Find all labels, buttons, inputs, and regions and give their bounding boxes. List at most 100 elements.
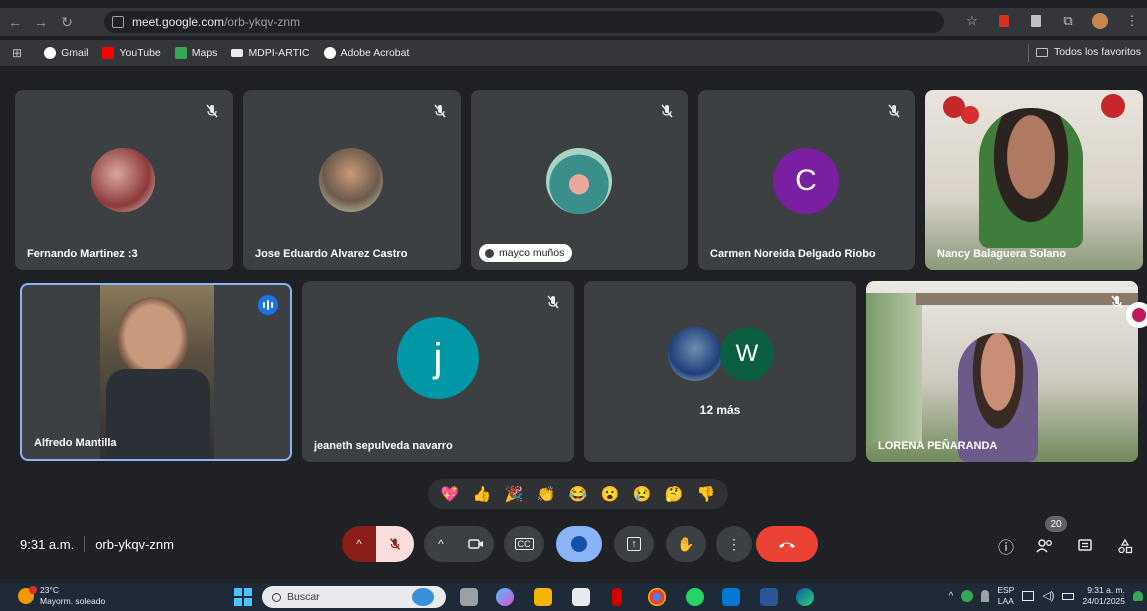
participant-tile[interactable]: Fernando Martinez :3 [15, 90, 233, 270]
language-indicator[interactable]: ESP LAA [997, 585, 1014, 607]
avatar-letter: W [720, 327, 774, 381]
more-participants-tile[interactable]: W 12 más [584, 281, 856, 462]
maps-icon [174, 47, 187, 59]
ceiling-beam [916, 293, 1138, 305]
all-bookmarks-label: Todos los favoritos [1054, 46, 1141, 58]
outlook-icon[interactable] [722, 588, 740, 606]
bookmark-mdpi[interactable]: MDPI-ARTIC [231, 47, 310, 59]
task-view-icon[interactable] [460, 588, 478, 606]
store-icon[interactable] [572, 588, 590, 606]
browser-toolbar: ← → ↻ meet.google.com /orb-ykqv-znm ☆ ⧉ … [0, 8, 1147, 36]
reactions-button[interactable] [556, 526, 602, 562]
extensions-puzzle-icon[interactable]: ⧉ [1059, 12, 1077, 30]
camera-toggle-button[interactable] [458, 526, 494, 562]
mic-options-button[interactable]: ^ [342, 526, 376, 562]
end-call-icon [779, 542, 795, 548]
copilot-icon[interactable] [496, 588, 514, 606]
meeting-time: 9:31 a.m. [20, 536, 75, 552]
reaction-surprised[interactable]: 😮 [601, 485, 620, 503]
more-vert-icon[interactable]: ⋮ [1123, 12, 1141, 30]
network-app-icon[interactable] [961, 590, 974, 602]
participant-tile[interactable]: j jeaneth sepulveda navarro [302, 281, 574, 462]
chrome-icon[interactable] [648, 588, 666, 606]
bookmark-youtube[interactable]: YouTube [102, 47, 161, 59]
mic-toggle-button[interactable] [376, 526, 414, 562]
participant-tile-video[interactable]: LORENA PEÑARANDA [866, 281, 1138, 462]
widgets-app-icon[interactable] [412, 588, 434, 606]
participant-tile[interactable]: Jose Eduardo Alvarez Castro [243, 90, 461, 270]
google-icon [44, 47, 57, 59]
mdpi-icon [231, 49, 244, 57]
apps-grid-icon[interactable]: ⊞ [12, 46, 22, 60]
back-icon[interactable]: ← [4, 11, 26, 33]
windows-start-icon[interactable] [234, 588, 252, 606]
mic-off-icon [1111, 295, 1123, 309]
reaction-heart[interactable]: 💖 [441, 485, 460, 503]
battery-icon[interactable] [1062, 592, 1075, 600]
reaction-clap[interactable]: 👏 [537, 485, 556, 503]
participant-name: Alfredo Mantilla [34, 437, 117, 449]
reload-icon[interactable]: ↻ [56, 11, 78, 33]
weather-sun-icon [18, 586, 37, 604]
bookmark-gmail[interactable]: Gmail [44, 47, 88, 59]
location-icon[interactable] [981, 590, 990, 602]
video-person-body [106, 369, 210, 459]
more-options-button[interactable]: ⋮ [716, 526, 752, 562]
participant-name: Fernando Martinez :3 [27, 248, 138, 260]
display-icon[interactable] [1022, 591, 1035, 601]
people-icon[interactable] [1034, 535, 1056, 557]
bookmark-label: Gmail [61, 47, 89, 59]
reaction-party[interactable]: 🎉 [505, 485, 524, 503]
star-icon[interactable]: ☆ [963, 12, 981, 30]
mic-off-icon [547, 295, 559, 309]
reaction-sad[interactable]: 😢 [633, 485, 652, 503]
netflix-icon[interactable] [612, 588, 622, 606]
all-bookmarks-button[interactable]: Todos los favoritos [1036, 46, 1141, 58]
chevron-up-icon: ^ [438, 537, 444, 551]
captions-icon: CC [514, 538, 534, 550]
raise-hand-button[interactable]: ✋ [666, 526, 706, 562]
chat-icon[interactable] [1074, 535, 1096, 557]
profile-avatar[interactable] [1091, 12, 1109, 30]
extension-icon[interactable] [995, 12, 1013, 30]
people-count-badge: 20 [1045, 516, 1067, 532]
hand-icon: ✋ [677, 535, 695, 552]
name-pill: mayco muños [479, 244, 573, 262]
notification-bell-icon[interactable] [1133, 591, 1143, 601]
reaction-thinking[interactable]: 🤔 [665, 485, 684, 503]
participant-tile-active[interactable]: Alfredo Mantilla [20, 283, 292, 461]
weather-widget[interactable]: 23°C Mayorm. soleado [18, 585, 105, 607]
forward-icon[interactable]: → [30, 11, 52, 33]
address-bar[interactable]: meet.google.com /orb-ykqv-znm [104, 11, 944, 33]
camera-options-button[interactable]: ^ [424, 526, 458, 562]
participant-tile[interactable]: C Carmen Noreida Delgado Riobo [698, 90, 915, 270]
whatsapp-icon[interactable] [686, 588, 704, 606]
extension-icon[interactable] [1027, 12, 1045, 30]
lantern-decoration [961, 106, 979, 124]
side-panel-bubble[interactable] [1126, 302, 1147, 328]
captions-button[interactable]: CC [504, 526, 544, 562]
edge-icon[interactable] [796, 588, 814, 606]
reaction-laugh[interactable]: 😂 [569, 485, 588, 503]
bookmarks-bar: ⊞ Gmail YouTube Maps MDPI-ARTIC Adobe Ac… [0, 40, 1147, 66]
reaction-thumbs-up[interactable]: 👍 [473, 485, 492, 503]
participant-tile-video[interactable]: Nancy Balaguera Solano [925, 90, 1143, 270]
activities-icon[interactable] [1114, 535, 1136, 557]
word-icon[interactable] [760, 588, 778, 606]
reaction-thumbs-down[interactable]: 👎 [697, 485, 716, 503]
site-info-icon[interactable] [112, 16, 124, 28]
tray-overflow-icon[interactable]: ^ [949, 591, 954, 602]
bookmark-acrobat[interactable]: Adobe Acrobat [323, 47, 409, 59]
present-button[interactable]: ↑ [614, 526, 654, 562]
url-path: /orb-ykqv-znm [224, 15, 301, 29]
acrobat-icon [323, 47, 336, 59]
avatar-letter: j [397, 317, 479, 399]
participant-status-icon [485, 248, 494, 258]
bookmark-maps[interactable]: Maps [174, 47, 217, 59]
file-explorer-icon[interactable] [534, 588, 552, 606]
leave-call-button[interactable] [756, 526, 818, 562]
participant-tile[interactable]: mayco muños [471, 90, 688, 270]
meeting-details-icon[interactable]: ⓘ [995, 535, 1017, 557]
volume-icon[interactable]: ◁) [1042, 590, 1054, 602]
taskbar-clock[interactable]: 9:31 a. m. 24/01/2025 [1082, 585, 1125, 607]
